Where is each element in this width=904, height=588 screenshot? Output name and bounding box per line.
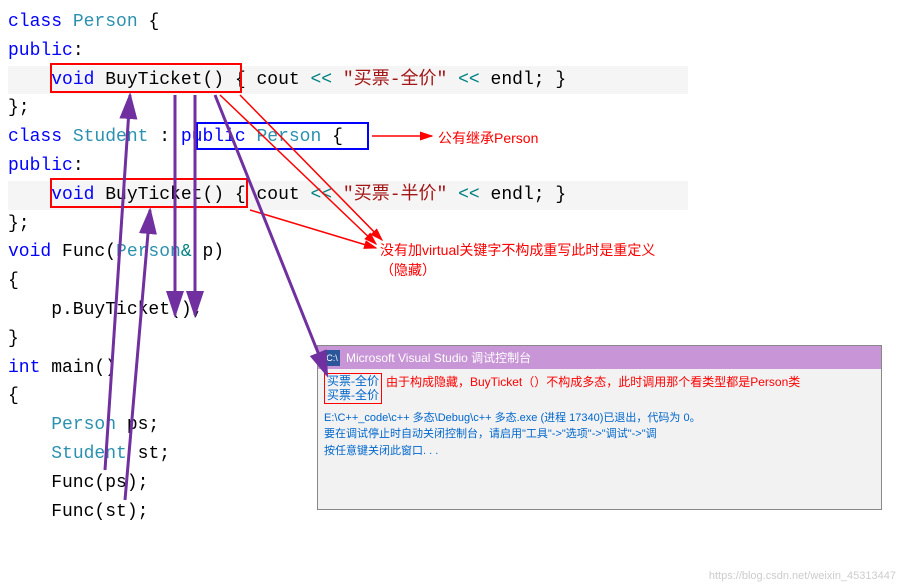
console-window: C:\ Microsoft Visual Studio 调试控制台 买票-全价 … — [317, 345, 882, 510]
string-literal: "买票-半价" — [343, 185, 447, 205]
close-brace: }; — [8, 98, 30, 118]
fn-call: Func(ps); — [8, 473, 148, 493]
watermark: https://blog.csdn.net/weixin_45313447 — [709, 570, 896, 582]
param: p) — [192, 242, 224, 262]
annotation-text-line2: （隐藏） — [380, 260, 655, 280]
highlight-box-inheritance — [196, 122, 369, 150]
string-literal: "买票-全价" — [343, 70, 447, 90]
console-title-text: Microsoft Visual Studio 调试控制台 — [346, 349, 531, 366]
console-annotation: 由于构成隐藏，BuyTicket（）不构成多态，此时调用那个看类型都是Perso… — [386, 373, 875, 391]
keyword-class: class — [8, 12, 62, 32]
brace: { — [138, 12, 160, 32]
console-out-line2: 买票-全价 — [327, 388, 379, 402]
fn-name: Func( — [51, 242, 116, 262]
operator: << — [447, 70, 490, 90]
type-person: Person — [116, 242, 181, 262]
annotation-novirtual: 没有加virtual关键字不构成重写此时是重定义 （隐藏） — [380, 240, 655, 280]
keyword-public: public — [8, 156, 73, 176]
fn-call: Func(st); — [8, 502, 148, 522]
brace: } — [8, 329, 19, 349]
keyword-class: class — [8, 127, 62, 147]
operator-amp: & — [181, 242, 192, 262]
colon: : — [148, 127, 180, 147]
type-person: Person — [73, 12, 138, 32]
console-exit-text: E:\C++_code\c++ 多态\Debug\c++ 多态.exe (进程 … — [324, 410, 875, 460]
fn-call: p.BuyTicket(); — [8, 300, 202, 320]
highlight-box-person-fn — [50, 63, 242, 93]
type-person: Person — [51, 415, 116, 435]
type-student: Student — [51, 444, 127, 464]
console-body: 买票-全价 买票-全价 由于构成隐藏，BuyTicket（）不构成多态，此时调用… — [318, 369, 881, 463]
type-student: Student — [73, 127, 149, 147]
console-titlebar: C:\ Microsoft Visual Studio 调试控制台 — [318, 346, 881, 369]
semi: ; } — [534, 185, 566, 205]
highlight-box-student-fn — [50, 178, 248, 208]
cout: cout — [256, 185, 299, 205]
endl: endl — [491, 70, 534, 90]
main-fn: main() — [40, 358, 116, 378]
semi: ; } — [534, 70, 566, 90]
brace: { — [8, 386, 19, 406]
cout: cout — [256, 70, 299, 90]
console-icon: C:\ — [324, 350, 340, 366]
var-decl: ps; — [116, 415, 159, 435]
keyword-int: int — [8, 358, 40, 378]
console-output-box: 买票-全价 买票-全价 — [324, 373, 382, 404]
colon: : — [73, 41, 84, 61]
colon: : — [73, 156, 84, 176]
operator: << — [300, 70, 343, 90]
close-brace: }; — [8, 214, 30, 234]
keyword-public: public — [8, 41, 73, 61]
brace: { — [8, 271, 19, 291]
var-decl: st; — [127, 444, 170, 464]
annotation-text-line1: 没有加virtual关键字不构成重写此时是重定义 — [380, 240, 655, 260]
console-out-line1: 买票-全价 — [327, 374, 379, 388]
operator: << — [300, 185, 343, 205]
endl: endl — [491, 185, 534, 205]
annotation-inherit: 公有继承Person — [438, 128, 538, 148]
keyword-void: void — [8, 242, 51, 262]
annotation-text: 公有继承Person — [438, 130, 538, 146]
operator: << — [447, 185, 490, 205]
